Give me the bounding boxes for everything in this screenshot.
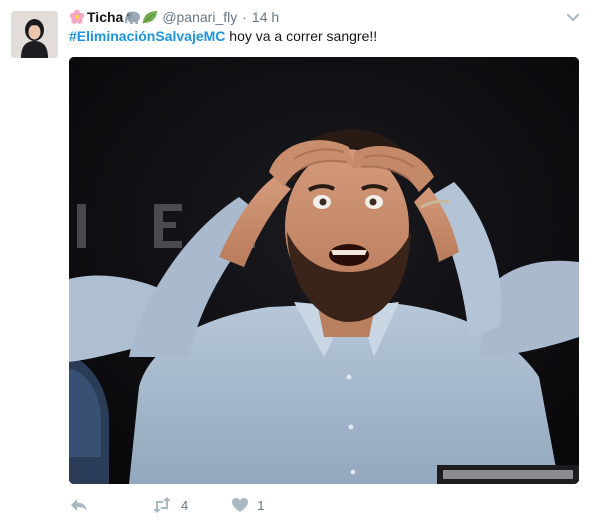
like-count: 1: [257, 497, 265, 513]
tweet-timestamp[interactable]: 14 h: [252, 7, 279, 27]
retweet-icon: [153, 497, 171, 513]
author-name[interactable]: Ticha: [87, 7, 123, 27]
hashtag-link[interactable]: #EliminaciónSalvajeMC: [69, 28, 225, 44]
tweet-card: Ticha @panari_fly · 14 h #EliminaciónSal…: [0, 0, 591, 521]
leaf-icon: [141, 9, 159, 25]
avatar[interactable]: [11, 11, 58, 58]
header-separator: ·: [242, 9, 247, 25]
author-handle[interactable]: @panari_fly: [162, 7, 237, 27]
retweet-count: 4: [181, 497, 189, 513]
heart-icon: [232, 498, 249, 512]
like-button[interactable]: 1: [231, 497, 264, 513]
retweet-button[interactable]: 4: [151, 497, 188, 513]
elephant-icon: [123, 9, 141, 25]
tweet-text: #EliminaciónSalvajeMC hoy va a correr sa…: [69, 26, 377, 46]
tweet-media-image[interactable]: [69, 57, 579, 484]
cherry-blossom-icon: [69, 9, 87, 25]
chevron-down-icon[interactable]: [565, 9, 581, 25]
tweet-body-text: hoy va a correr sangre!!: [225, 28, 378, 44]
author-name-group[interactable]: Ticha: [69, 7, 159, 27]
tweet-header: Ticha @panari_fly · 14 h: [69, 7, 279, 27]
reply-button[interactable]: [69, 497, 89, 513]
reply-icon: [71, 499, 87, 511]
tweet-actions: 4 1: [69, 494, 264, 516]
